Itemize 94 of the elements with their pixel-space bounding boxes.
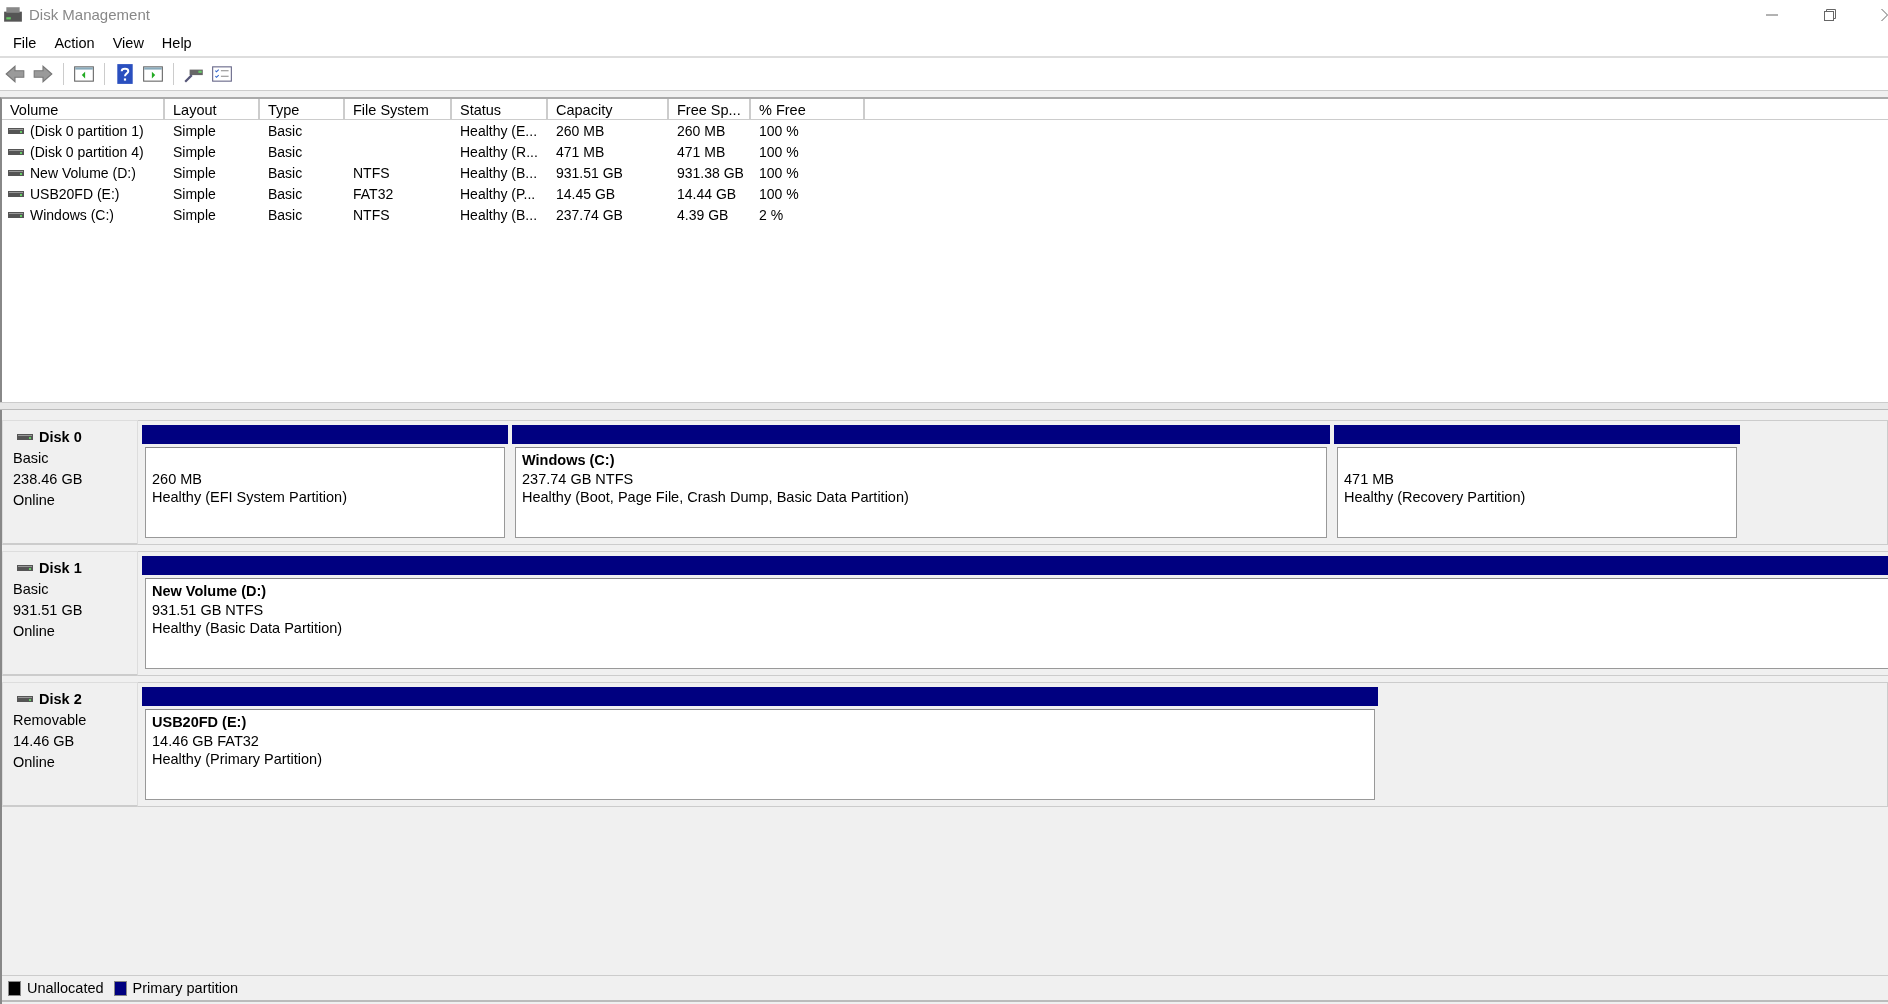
partition-size: 931.51 GB NTFS	[152, 602, 265, 618]
restore-icon[interactable]	[1823, 7, 1837, 22]
menu-item[interactable]: View	[103, 34, 153, 51]
table-cell: 260 MB	[677, 122, 726, 139]
table-cell: NTFS	[353, 164, 390, 181]
table-cell: Healthy (E...	[460, 122, 538, 139]
menu-item[interactable]: File	[4, 34, 46, 51]
partition-status: Healthy (Boot, Page File, Crash Dump, Basic Data Partition)	[522, 489, 910, 505]
table-cell: NTFS	[353, 206, 390, 223]
disk-drive-icon	[3, 5, 23, 24]
table-cell: Simple	[173, 143, 216, 160]
column-header[interactable]: Capacity	[548, 99, 669, 119]
disk-size: 931.51 GB	[13, 602, 84, 618]
disk-status: Online	[13, 754, 56, 770]
drive-icon	[8, 210, 24, 219]
table-cell: 100 %	[759, 164, 799, 181]
table-cell: 471 MB	[677, 143, 726, 160]
disk-size: 238.46 GB	[13, 471, 84, 487]
partition-size: 14.46 GB FAT32	[152, 733, 260, 749]
table-cell: 237.74 GB	[556, 206, 623, 223]
table-cell: 4.39 GB	[677, 206, 729, 223]
table-cell: (Disk 0 partition 1)	[30, 122, 144, 139]
table-cell: 100 %	[759, 143, 799, 160]
partition-status: Healthy (Primary Partition)	[152, 751, 323, 767]
table-cell: New Volume (D:)	[30, 164, 136, 181]
table-cell: Healthy (P...	[460, 185, 536, 202]
table-cell: Basic	[268, 164, 303, 181]
properties-icon[interactable]	[211, 63, 233, 85]
table-cell: Simple	[173, 122, 216, 139]
table-cell: Simple	[173, 185, 216, 202]
table-cell: 100 %	[759, 185, 799, 202]
menu-item[interactable]: Help	[152, 34, 201, 51]
column-header[interactable]: % Free	[751, 99, 865, 119]
table-cell: Windows (C:)	[30, 206, 114, 223]
drive-icon	[17, 433, 33, 441]
drive-icon	[17, 695, 33, 703]
table-cell: Simple	[173, 206, 216, 223]
disk-name: Disk 2	[39, 691, 82, 707]
disk-type: Basic	[13, 581, 50, 597]
table-cell: Basic	[268, 122, 303, 139]
table-cell: 931.38 GB	[677, 164, 744, 181]
table-cell: FAT32	[353, 185, 394, 202]
legend-label: Unallocated	[27, 980, 104, 996]
table-cell: 2 %	[759, 206, 784, 223]
drive-icon	[8, 189, 24, 198]
table-cell: (Disk 0 partition 4)	[30, 143, 144, 160]
partition-size: 237.74 GB NTFS	[522, 471, 635, 487]
column-header[interactable]: Layout	[165, 99, 260, 119]
disk-size: 14.46 GB	[13, 733, 76, 749]
table-cell: Healthy (B...	[460, 206, 538, 223]
partition-status: Healthy (EFI System Partition)	[152, 489, 348, 505]
forward-arrow-icon[interactable]	[32, 63, 54, 85]
partition-name: New Volume (D:)	[152, 583, 268, 600]
disk-name: Disk 1	[39, 560, 82, 576]
drive-icon	[8, 147, 24, 156]
table-cell: Simple	[173, 164, 216, 181]
console-tree-icon[interactable]	[73, 63, 95, 85]
partition-size: 260 MB	[152, 471, 203, 487]
partition-status: Healthy (Recovery Partition)	[1344, 489, 1527, 505]
table-cell: 14.45 GB	[556, 185, 616, 202]
table-cell: 100 %	[759, 122, 799, 139]
help-icon[interactable]	[114, 63, 136, 85]
drive-icon	[8, 168, 24, 177]
window-title: Disk Management	[29, 6, 150, 23]
partition-size: 471 MB	[1344, 471, 1395, 487]
column-header[interactable]: Type	[260, 99, 345, 119]
back-arrow-icon[interactable]	[4, 63, 26, 85]
column-header[interactable]: Status	[452, 99, 548, 119]
column-header[interactable]: Volume	[2, 99, 165, 119]
partition-status: Healthy (Basic Data Partition)	[152, 620, 344, 636]
drive-icon	[17, 564, 33, 572]
table-cell: Basic	[268, 206, 303, 223]
disk-name: Disk 0	[39, 429, 82, 445]
column-header[interactable]: Free Sp...	[669, 99, 751, 119]
table-cell: Basic	[268, 143, 303, 160]
drive-icon	[8, 126, 24, 135]
table-cell: Basic	[268, 185, 303, 202]
action-pane-icon[interactable]	[142, 63, 164, 85]
table-cell: 471 MB	[556, 143, 605, 160]
disk-status: Online	[13, 492, 56, 508]
column-header[interactable]: File System	[345, 99, 452, 119]
table-cell: USB20FD (E:)	[30, 185, 120, 202]
disk-type: Removable	[13, 712, 88, 728]
table-cell: 260 MB	[556, 122, 605, 139]
table-cell: 14.44 GB	[677, 185, 737, 202]
disk-status: Online	[13, 623, 56, 639]
disk-type: Basic	[13, 450, 50, 466]
partition-name: Windows (C:)	[522, 452, 616, 469]
table-cell: 931.51 GB	[556, 164, 623, 181]
menu-item[interactable]: Action	[45, 34, 104, 51]
legend-label: Primary partition	[132, 980, 239, 996]
table-cell: Healthy (R...	[460, 143, 538, 160]
table-cell: Healthy (B...	[460, 164, 538, 181]
partition-name: USB20FD (E:)	[152, 714, 248, 731]
